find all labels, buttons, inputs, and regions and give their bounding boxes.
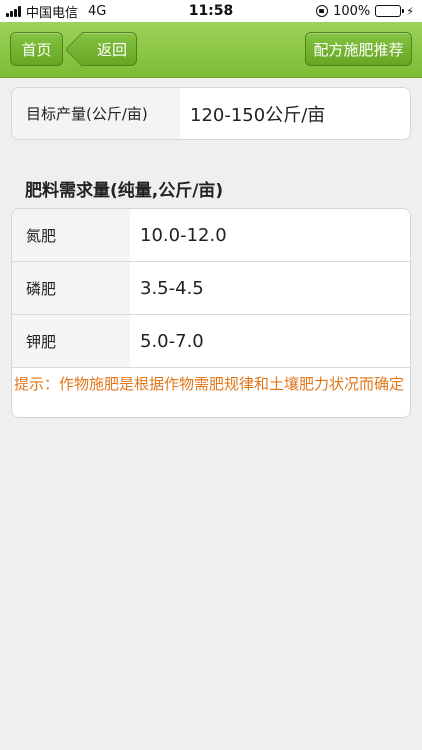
status-right: 100% ⚡ — [316, 4, 422, 19]
carrier-name: 中国电信 — [26, 5, 79, 21]
recommend-button-label: 配方施肥推荐 — [313, 40, 404, 59]
status-bar: 中国电信 4G 11:58 100% ⚡ — [0, 0, 422, 22]
section-title: 肥料需求量(纯量,公斤/亩) — [25, 181, 224, 201]
fertilizer-name: 磷肥 — [12, 262, 130, 314]
fertilizer-amount: 5.0-7.0 — [140, 330, 204, 352]
tip-text: 提示：作物施肥是根据作物需肥规律和土壤肥力状况而确定 — [14, 375, 405, 393]
home-button[interactable]: 首页 — [10, 32, 63, 66]
fertilizer-amount: 10.0-12.0 — [140, 224, 227, 246]
table-row: 氮肥 10.0-12.0 — [12, 209, 410, 262]
target-yield-value: 120-150公斤/亩 — [190, 104, 326, 126]
fertilizer-table: 氮肥 10.0-12.0 磷肥 3.5-4.5 钾肥 5.0-7.0 提示：作物… — [11, 208, 411, 418]
table-row: 磷肥 3.5-4.5 — [12, 262, 410, 315]
table-row: 钾肥 5.0-7.0 — [12, 315, 410, 368]
signal-icon — [6, 5, 21, 17]
nav-bar: 首页 返回 配方施肥推荐 — [0, 22, 422, 78]
target-yield-card: 目标产量(公斤/亩) 120-150公斤/亩 — [11, 87, 411, 140]
target-yield-label: 目标产量(公斤/亩) — [12, 88, 180, 139]
battery-percent: 100% — [333, 3, 371, 19]
orientation-lock-icon — [316, 5, 329, 17]
fertilizer-name: 氮肥 — [12, 209, 130, 261]
network-type: 4G — [88, 3, 107, 19]
status-left: 中国电信 4G — [0, 2, 150, 21]
back-button[interactable]: 返回 — [82, 32, 137, 66]
battery-icon — [375, 5, 405, 17]
fertilizer-name: 钾肥 — [12, 315, 130, 367]
home-button-label: 首页 — [21, 40, 52, 59]
charging-icon: ⚡ — [406, 4, 414, 18]
back-button-label: 返回 — [96, 40, 127, 59]
fertilizer-amount: 3.5-4.5 — [140, 277, 204, 299]
fertilizer-recommend-button[interactable]: 配方施肥推荐 — [305, 32, 412, 66]
